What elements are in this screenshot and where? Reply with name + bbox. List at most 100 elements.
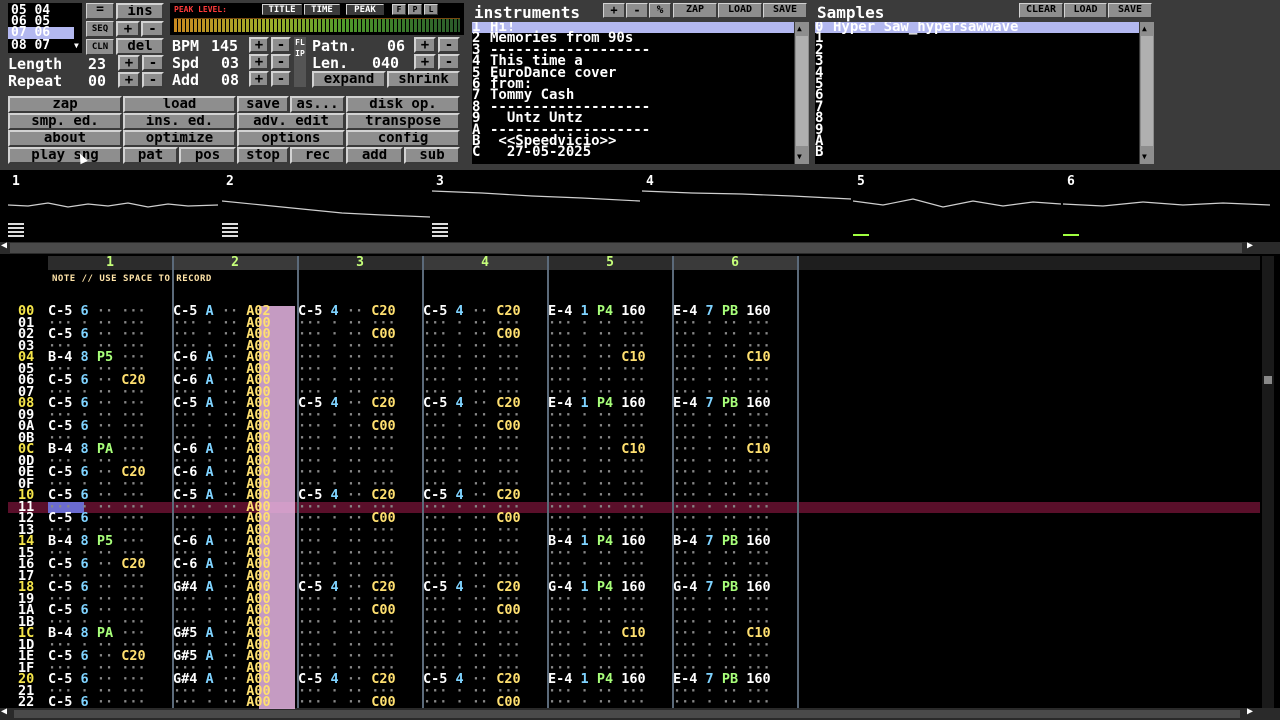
shrink-button[interactable]: shrink [387, 71, 460, 88]
length-plus-button[interactable]: + [118, 55, 140, 71]
sample-item[interactable]: 7 [815, 99, 1139, 113]
f-button[interactable]: F [392, 4, 406, 15]
instrument-scrollbar[interactable]: ▲ ▼ [795, 22, 809, 164]
sample-item[interactable]: 6 [815, 88, 1139, 102]
sample-item[interactable]: 1 [815, 31, 1139, 45]
optimize-button[interactable]: optimize [123, 130, 236, 147]
pattern-cell[interactable]: ··· · ·· C00 [423, 695, 547, 709]
stop-button[interactable]: stop [237, 147, 289, 164]
position-row[interactable]: 08 07 [11, 39, 50, 52]
scope-mute-icon[interactable] [432, 223, 448, 237]
sample-scrollbar[interactable]: ▲ ▼ [1140, 22, 1154, 164]
instrument-load-button[interactable]: LOAD [718, 3, 762, 18]
scrollbar-thumb[interactable] [1141, 36, 1153, 146]
pattern-cell[interactable]: ··· · ·· A00 [173, 695, 297, 709]
scroll-left-icon[interactable]: ◀ [1, 706, 7, 717]
instrument-item[interactable]: C 27-05-2025 [472, 145, 794, 159]
channel-scope[interactable]: 6 [1063, 171, 1270, 241]
bpm-plus-button[interactable]: + [249, 37, 269, 53]
instrument-plus-button[interactable]: + [603, 3, 625, 18]
scrollbar-thumb[interactable] [796, 36, 808, 146]
record-button[interactable]: rec [290, 147, 345, 164]
save-button[interactable]: save [237, 96, 289, 113]
disk-op-button[interactable]: disk op. [346, 96, 460, 113]
pattern-minus-button[interactable]: - [438, 37, 460, 53]
pattern-length-minus-button[interactable]: - [438, 54, 460, 70]
scope-scrollbar[interactable]: ◀ ▶ [0, 240, 1280, 254]
pattern-plus-button[interactable]: + [414, 37, 436, 53]
instrument-save-button[interactable]: SAVE [763, 3, 807, 18]
position-list[interactable]: 05 04 06 05 07 06 08 07 ▼ [8, 3, 82, 53]
insert-position-button[interactable]: ins [116, 3, 164, 20]
clean-button[interactable]: CLN [86, 39, 114, 55]
position-minus-button[interactable]: - [141, 21, 164, 37]
scrollbar-thumb[interactable] [14, 710, 1240, 718]
advanced-edit-button[interactable]: adv. edit [237, 113, 345, 130]
sample-item[interactable]: 2 [815, 43, 1139, 57]
sample-item[interactable]: 0 Hyper Saw_hypersawwave [815, 22, 1139, 34]
channel-scope[interactable]: 5 [853, 171, 1061, 241]
sample-item[interactable]: 5 [815, 77, 1139, 91]
save-as-button[interactable]: as... [290, 96, 345, 113]
scroll-right-icon[interactable]: ▶ [1247, 240, 1253, 251]
position-plus-button[interactable]: + [116, 21, 140, 37]
add-button[interactable]: add [346, 147, 403, 164]
scroll-up-icon[interactable]: ▲ [797, 24, 802, 33]
load-button[interactable]: load [123, 96, 236, 113]
channel-scope[interactable]: 1 [8, 171, 218, 241]
scroll-down-icon[interactable]: ▼ [74, 41, 82, 51]
about-button[interactable]: about [8, 130, 122, 147]
sample-item[interactable]: A [815, 134, 1139, 148]
speed-minus-button[interactable]: - [271, 54, 291, 70]
pattern-vscrollbar[interactable] [1262, 256, 1274, 708]
channel-header[interactable]: 1 [48, 256, 172, 270]
scroll-down-icon[interactable]: ▼ [1142, 152, 1147, 161]
instrument-editor-button[interactable]: ins. ed. [123, 113, 236, 130]
peak-button[interactable]: PEAK [346, 4, 384, 15]
title-button[interactable]: TITLE [262, 4, 302, 15]
scrollbar-thumb[interactable] [1264, 376, 1272, 384]
bpm-minus-button[interactable]: - [271, 37, 291, 53]
scroll-left-icon[interactable]: ◀ [1, 240, 7, 251]
sample-item[interactable]: B [815, 145, 1139, 159]
l-button[interactable]: L [424, 4, 438, 15]
scroll-up-icon[interactable]: ▲ [1142, 24, 1147, 33]
channel-header[interactable]: 6 [673, 256, 797, 270]
sample-item[interactable]: 9 [815, 122, 1139, 136]
scroll-down-icon[interactable]: ▼ [797, 152, 802, 161]
sample-item[interactable]: 3 [815, 54, 1139, 68]
sample-item[interactable]: 8 [815, 111, 1139, 125]
sample-item[interactable]: 4 [815, 65, 1139, 79]
instrument-list[interactable]: 1 Hi! 2 Memories from 90s 3 -----------------… [472, 22, 794, 164]
options-button[interactable]: options [237, 130, 345, 147]
sample-editor-button[interactable]: smp. ed. [8, 113, 122, 130]
channel-scope[interactable]: 2 [222, 171, 430, 241]
flip-toggle[interactable]: FLIP [294, 37, 306, 87]
scrollbar-thumb[interactable] [10, 243, 1242, 253]
sample-load-button[interactable]: LOAD [1064, 3, 1107, 18]
eq-button[interactable]: = [86, 3, 114, 19]
add-plus-button[interactable]: + [249, 71, 269, 87]
instrument-zap-button[interactable]: ZAP [673, 3, 717, 18]
config-button[interactable]: config [346, 130, 460, 147]
repeat-plus-button[interactable]: + [118, 72, 140, 88]
pattern-cell[interactable]: ··· · ·· C00 [298, 695, 422, 709]
expand-button[interactable]: expand [312, 71, 386, 88]
sample-clear-button[interactable]: CLEAR [1019, 3, 1063, 18]
channel-scope[interactable]: 4 [642, 171, 851, 241]
seq-button[interactable]: SEQ [86, 21, 114, 37]
pattern-length-plus-button[interactable]: + [414, 54, 436, 70]
channel-header[interactable]: 5 [548, 256, 672, 270]
pattern-cell[interactable]: ··· · ·· ··· [548, 695, 672, 709]
channel-scope[interactable]: 3 [432, 171, 640, 241]
play-position-button[interactable]: pos [179, 147, 236, 164]
instrument-minus-button[interactable]: - [626, 3, 648, 18]
instrument-percent-button[interactable]: % [649, 3, 671, 18]
sample-save-button[interactable]: SAVE [1108, 3, 1152, 18]
play-song-button[interactable]: play sng [8, 147, 122, 164]
pattern-editor[interactable]: NOTE // USE SPACE TO RECORD 1 2 3 4 5 6 00 C-5 … [8, 256, 1260, 709]
length-minus-button[interactable]: - [142, 55, 164, 71]
channel-header[interactable]: 3 [298, 256, 422, 270]
play-pattern-button[interactable]: pat [123, 147, 178, 164]
zap-button[interactable]: zap [8, 96, 122, 113]
